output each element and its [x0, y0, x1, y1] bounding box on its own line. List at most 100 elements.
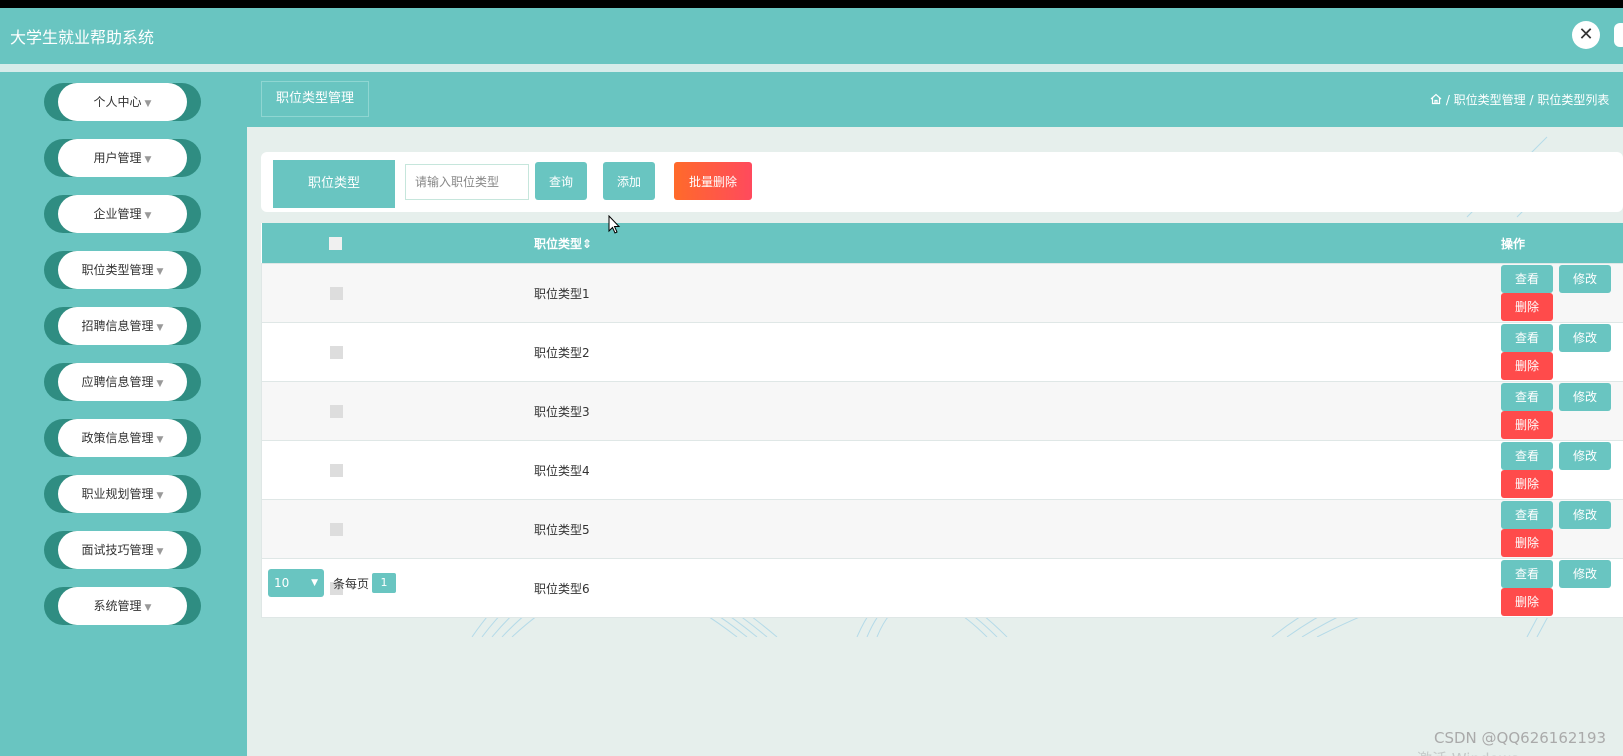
- checkbox-cell: [261, 263, 410, 323]
- row-checkbox[interactable]: [329, 523, 343, 536]
- column-header-job-type[interactable]: 职位类型⇕: [410, 223, 935, 264]
- checkbox-cell: [261, 322, 410, 382]
- job-type-cell: 职位类型5: [410, 499, 935, 559]
- row-checkbox[interactable]: [329, 346, 343, 359]
- per-page-label: 条每页: [333, 577, 370, 591]
- batch-delete-button[interactable]: 批量删除: [674, 162, 752, 200]
- chevron-down-icon: ▼: [156, 547, 164, 557]
- job-type-cell: 职位类型6: [410, 558, 935, 618]
- view-button[interactable]: 查看: [1501, 560, 1553, 588]
- row-checkbox[interactable]: [329, 405, 343, 418]
- sidebar-item-interview-tips[interactable]: 面试技巧管理 ▼: [44, 531, 201, 569]
- edit-button[interactable]: 修改: [1559, 383, 1611, 411]
- sidebar-item-personal-center[interactable]: 个人中心 ▼: [44, 83, 201, 121]
- table-row: 职位类型3 查看 修改删除: [261, 381, 1623, 441]
- sidebar-item-label: 面试技巧管理: [81, 543, 154, 557]
- checkbox-cell: [261, 440, 410, 500]
- actions-cell: 查看 修改删除: [935, 322, 1623, 382]
- table-row: 职位类型1 查看 修改删除: [261, 263, 1623, 323]
- job-type-cell: 职位类型4: [410, 440, 935, 500]
- delete-button[interactable]: 删除: [1501, 293, 1553, 321]
- sidebar: 个人中心 ▼ 用户管理 ▼ 企业管理 ▼ 职位类型管理 ▼ 招聘信息管理 ▼ 应聘信息管理…: [0, 72, 247, 756]
- view-button[interactable]: 查看: [1501, 265, 1553, 293]
- row-checkbox[interactable]: [329, 287, 343, 300]
- sidebar-item-policies[interactable]: 政策信息管理 ▼: [44, 419, 201, 457]
- chevron-down-icon: ▼: [156, 491, 164, 501]
- breadcrumb-bar: 职位类型管理 / 职位类型管理 / 职位类型列表: [247, 72, 1623, 127]
- sort-icon: ⇕: [582, 236, 593, 251]
- sidebar-item-label: 用户管理: [93, 151, 142, 165]
- column-header-actions: 操作: [935, 223, 1623, 264]
- chevron-down-icon: ▼: [156, 435, 164, 445]
- sidebar-item-users[interactable]: 用户管理 ▼: [44, 139, 201, 177]
- sidebar-item-label: 招聘信息管理: [81, 319, 154, 333]
- search-input[interactable]: [405, 164, 529, 200]
- chevron-down-icon: ▼: [144, 603, 152, 613]
- chevron-down-icon: ▼: [156, 267, 164, 277]
- add-button[interactable]: 添加: [603, 162, 655, 200]
- chevron-down-icon: ▼: [144, 155, 152, 165]
- view-button[interactable]: 查看: [1501, 442, 1553, 470]
- sidebar-item-companies[interactable]: 企业管理 ▼: [44, 195, 201, 233]
- job-type-table: 职位类型⇕ 操作 职位类型1 查看 修改删除 职位类型2 查看 修改删除 职位类型3…: [261, 223, 1623, 618]
- close-fullscreen-button[interactable]: ✕: [1572, 21, 1600, 49]
- chevron-down-icon: ▼: [144, 211, 152, 221]
- sidebar-item-label: 政策信息管理: [81, 431, 154, 445]
- job-type-cell: 职位类型1: [410, 263, 935, 323]
- page-number-button[interactable]: 1: [372, 573, 396, 593]
- sidebar-item-career-planning[interactable]: 职业规划管理 ▼: [44, 475, 201, 513]
- job-type-cell: 职位类型2: [410, 322, 935, 382]
- sidebar-item-recruitment[interactable]: 招聘信息管理 ▼: [44, 307, 201, 345]
- close-icon: ✕: [1578, 24, 1594, 45]
- user-menu-button[interactable]: [1614, 23, 1623, 47]
- sidebar-item-label: 职位类型管理: [81, 263, 154, 277]
- delete-button[interactable]: 删除: [1501, 411, 1553, 439]
- view-button[interactable]: 查看: [1501, 324, 1553, 352]
- search-label: 职位类型: [273, 160, 395, 208]
- page-size-value: 10: [274, 576, 290, 590]
- checkbox-cell: [261, 499, 410, 559]
- breadcrumb: / 职位类型管理 / 职位类型列表: [1430, 91, 1609, 108]
- delete-button[interactable]: 删除: [1501, 529, 1553, 557]
- row-checkbox[interactable]: [329, 464, 343, 477]
- table-header-row: 职位类型⇕ 操作: [261, 223, 1623, 264]
- sidebar-item-label: 个人中心: [93, 95, 142, 109]
- sidebar-item-job-types[interactable]: 职位类型管理 ▼: [44, 251, 201, 289]
- actions-cell: 查看 修改删除: [935, 499, 1623, 559]
- home-icon[interactable]: [1430, 93, 1442, 105]
- chevron-down-icon: ▼: [144, 99, 152, 109]
- delete-button[interactable]: 删除: [1501, 470, 1553, 498]
- actions-cell: 查看 修改删除: [935, 440, 1623, 500]
- sidebar-item-applications[interactable]: 应聘信息管理 ▼: [44, 363, 201, 401]
- actions-cell: 查看 修改删除: [935, 381, 1623, 441]
- table-row: 职位类型5 查看 修改删除: [261, 499, 1623, 559]
- edit-button[interactable]: 修改: [1559, 324, 1611, 352]
- delete-button[interactable]: 删除: [1501, 352, 1553, 380]
- chevron-down-icon: ▼: [156, 323, 164, 333]
- view-button[interactable]: 查看: [1501, 501, 1553, 529]
- chevron-down-icon: ▼: [311, 578, 318, 588]
- view-button[interactable]: 查看: [1501, 383, 1553, 411]
- edit-button[interactable]: 修改: [1559, 501, 1611, 529]
- query-button[interactable]: 查询: [535, 162, 587, 200]
- mouse-cursor-icon: [608, 215, 621, 234]
- chevron-down-icon: ▼: [156, 379, 164, 389]
- edit-button[interactable]: 修改: [1559, 560, 1611, 588]
- table-row: 职位类型6 查看 修改删除: [261, 558, 1623, 618]
- sidebar-item-label: 企业管理: [93, 207, 142, 221]
- windows-activation-watermark: 激活 Windows: [1417, 748, 1519, 756]
- table-row: 职位类型2 查看 修改删除: [261, 322, 1623, 382]
- job-type-cell: 职位类型3: [410, 381, 935, 441]
- app-title: 大学生就业帮助系统: [10, 28, 155, 47]
- sidebar-item-system[interactable]: 系统管理 ▼: [44, 587, 201, 625]
- delete-button[interactable]: 删除: [1501, 588, 1553, 616]
- select-all-checkbox[interactable]: [329, 237, 343, 250]
- sidebar-item-label: 职业规划管理: [81, 487, 154, 501]
- actions-cell: 查看 修改删除: [935, 558, 1623, 618]
- csdn-watermark: CSDN @QQ626162193: [1434, 729, 1607, 747]
- search-panel: 职位类型 查询 添加 批量删除: [261, 152, 1623, 212]
- edit-button[interactable]: 修改: [1559, 265, 1611, 293]
- edit-button[interactable]: 修改: [1559, 442, 1611, 470]
- actions-cell: 查看 修改删除: [935, 263, 1623, 323]
- page-size-select[interactable]: 10 ▼: [268, 569, 324, 597]
